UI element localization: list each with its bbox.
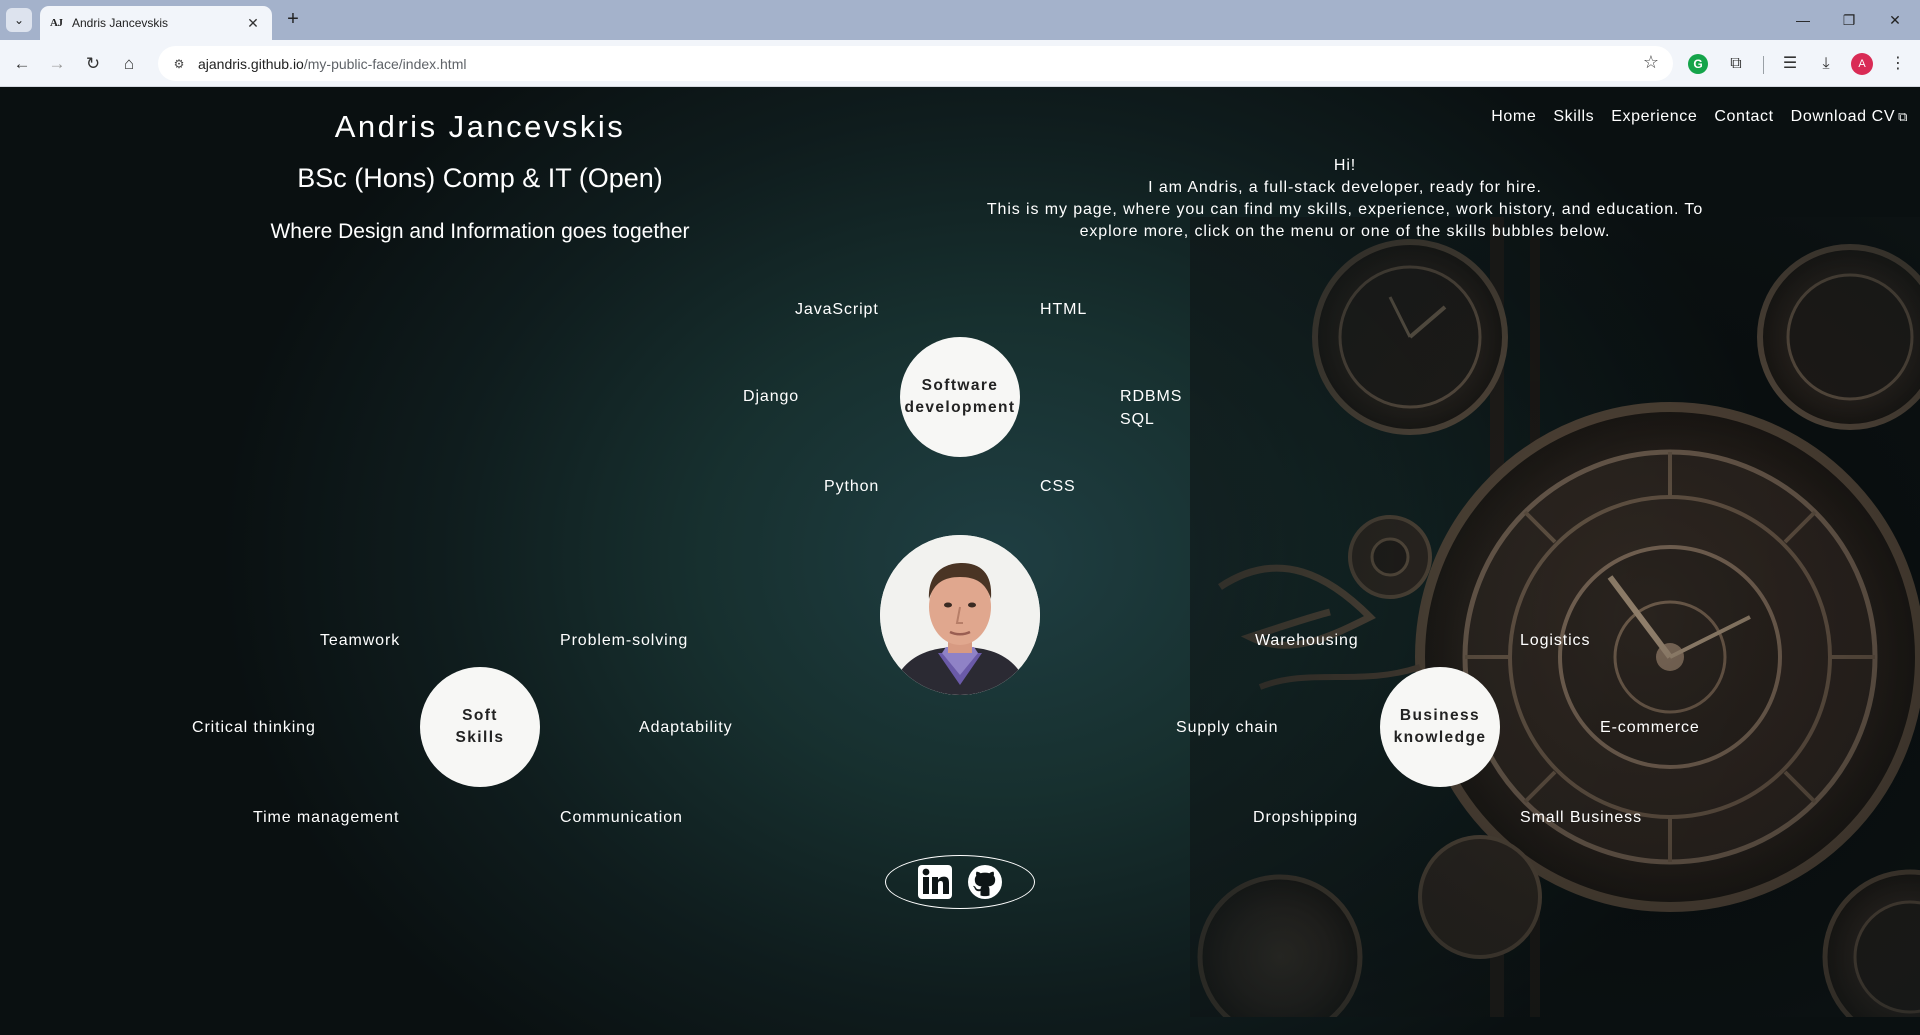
browser-tab-active[interactable]: AJ Andris Jancevskis ✕ — [40, 6, 272, 40]
home-button[interactable]: ⌂ — [115, 50, 143, 78]
software-development-bubble[interactable]: Software development — [900, 337, 1020, 457]
reading-list-icon[interactable]: ☰ — [1776, 50, 1804, 78]
soft-bubble-line-2: Skills — [455, 729, 505, 746]
address-bar[interactable]: ⚙ ajandris.github.io/my-public-face/inde… — [158, 46, 1673, 81]
social-links — [885, 855, 1035, 909]
tab-close-icon[interactable]: ✕ — [244, 15, 262, 32]
browser-toolbar: ← → ↻ ⌂ ⚙ ajandris.github.io/my-public-f… — [0, 40, 1920, 87]
bookmark-star-icon[interactable]: ☆ — [1643, 52, 1659, 73]
main-nav: Home Skills Experience Contact Download … — [1491, 108, 1908, 126]
browser-tabstrip: ⌄ AJ Andris Jancevskis ✕ + — ❐ ✕ — [0, 0, 1920, 40]
page-viewport: Andris Jancevskis BSc (Hons) Comp & IT (… — [0, 87, 1920, 1035]
skill-teamwork[interactable]: Teamwork — [320, 632, 400, 650]
site-info-icon[interactable]: ⚙ — [170, 55, 188, 73]
skill-time-management[interactable]: Time management — [253, 809, 399, 827]
nav-home[interactable]: Home — [1491, 108, 1536, 126]
skill-e-commerce[interactable]: E-commerce — [1600, 719, 1700, 737]
skill-rdbms[interactable]: RDBMS — [1120, 388, 1182, 406]
software-bubble-line-1: Software — [921, 377, 999, 394]
skill-small-business[interactable]: Small Business — [1520, 809, 1642, 827]
external-link-icon: ⧉ — [1898, 109, 1908, 124]
skill-warehousing[interactable]: Warehousing — [1255, 632, 1359, 650]
url-path: /my-public-face/index.html — [303, 55, 467, 72]
software-bubble-line-2: development — [904, 399, 1016, 416]
skill-sql[interactable]: SQL — [1120, 411, 1155, 429]
portrait-illustration — [880, 535, 1040, 695]
nav-skills[interactable]: Skills — [1553, 108, 1594, 126]
tab-favicon-icon: AJ — [50, 17, 63, 29]
skill-html[interactable]: HTML — [1040, 301, 1087, 319]
browser-menu-icon[interactable]: ⋮ — [1884, 50, 1912, 78]
intro-line-2: This is my page, where you can find my s… — [986, 201, 1704, 240]
nav-download-cv[interactable]: Download CV ⧉ — [1791, 108, 1908, 126]
new-tab-button[interactable]: + — [281, 8, 305, 32]
linkedin-icon[interactable] — [917, 864, 953, 900]
skill-critical-thinking[interactable]: Critical thinking — [192, 719, 316, 737]
skill-css[interactable]: CSS — [1040, 478, 1076, 496]
profile-photo — [880, 535, 1040, 695]
site-header: Andris Jancevskis BSc (Hons) Comp & IT (… — [250, 109, 710, 244]
restore-button[interactable]: ❐ — [1826, 8, 1872, 32]
nav-download-cv-label: Download CV — [1790, 108, 1896, 125]
skill-logistics[interactable]: Logistics — [1520, 632, 1590, 650]
tab-search-button[interactable]: ⌄ — [6, 8, 32, 32]
intro-text: Hi! I am Andris, a full-stack developer,… — [960, 155, 1730, 243]
reload-button[interactable]: ↻ — [79, 50, 107, 78]
skill-django[interactable]: Django — [743, 388, 799, 406]
tagline: Where Design and Information goes togeth… — [270, 220, 690, 243]
github-icon[interactable] — [967, 864, 1003, 900]
minimize-button[interactable]: — — [1780, 8, 1826, 32]
forward-button[interactable]: → — [43, 50, 71, 78]
extensions-icon[interactable]: ⧉ — [1722, 50, 1750, 78]
degree-subtitle: BSc (Hons) Comp & IT (Open) — [297, 163, 663, 193]
skill-adaptability[interactable]: Adaptability — [639, 719, 733, 737]
business-bubble-line-1: Business — [1399, 707, 1481, 724]
grammarly-extension-icon[interactable]: G — [1688, 54, 1708, 74]
close-window-button[interactable]: ✕ — [1872, 8, 1918, 32]
nav-experience[interactable]: Experience — [1611, 108, 1697, 126]
url-host: ajandris.github.io — [198, 55, 304, 72]
skill-python[interactable]: Python — [824, 478, 879, 496]
tab-title: Andris Jancevskis — [72, 16, 169, 30]
skill-problem-solving[interactable]: Problem-solving — [560, 632, 688, 650]
intro-line-1: I am Andris, a full-stack developer, rea… — [1148, 179, 1542, 196]
skill-supply-chain[interactable]: Supply chain — [1176, 719, 1278, 737]
soft-bubble-line-1: Soft — [462, 707, 498, 724]
skill-dropshipping[interactable]: Dropshipping — [1253, 809, 1358, 827]
site-name: Andris Jancevskis — [334, 109, 626, 144]
clock-background-art — [1190, 217, 1920, 1017]
nav-contact[interactable]: Contact — [1714, 108, 1773, 126]
downloads-icon[interactable]: ⤓ — [1812, 50, 1840, 78]
business-knowledge-bubble[interactable]: Business knowledge — [1380, 667, 1500, 787]
business-bubble-line-2: knowledge — [1393, 729, 1487, 746]
profile-avatar[interactable]: A — [1851, 53, 1873, 75]
skill-javascript[interactable]: JavaScript — [795, 301, 879, 319]
skill-communication[interactable]: Communication — [560, 809, 683, 827]
toolbar-divider — [1763, 56, 1764, 74]
soft-skills-bubble[interactable]: Soft Skills — [420, 667, 540, 787]
intro-greeting: Hi! — [1333, 157, 1357, 174]
back-button[interactable]: ← — [8, 50, 36, 78]
